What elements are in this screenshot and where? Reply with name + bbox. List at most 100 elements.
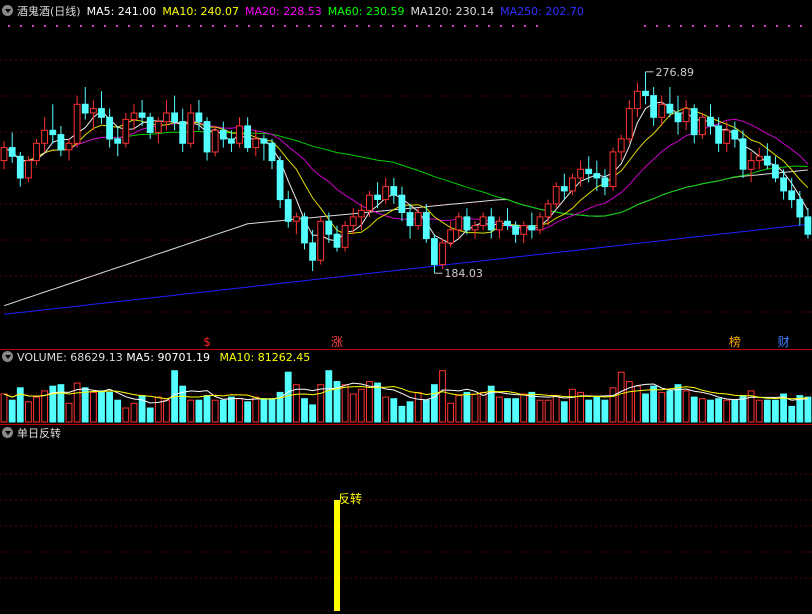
candle xyxy=(707,116,714,127)
candle xyxy=(154,121,162,133)
volume-bar xyxy=(601,399,609,423)
volume-bar xyxy=(374,382,382,423)
legend-ma10: MA10: 240.07 xyxy=(162,5,240,18)
volume-bar xyxy=(284,371,292,423)
dot-marker xyxy=(764,25,766,27)
volume-bar xyxy=(195,399,203,423)
candle xyxy=(731,129,739,140)
candle xyxy=(569,177,576,192)
volume-bar xyxy=(163,399,170,423)
dot-marker xyxy=(740,25,742,27)
volume-bar xyxy=(187,399,195,423)
volume-bar xyxy=(309,404,317,423)
candle xyxy=(16,155,24,179)
volume-bar xyxy=(690,396,698,423)
dot-marker xyxy=(704,25,706,27)
candle xyxy=(625,108,633,140)
volume-bar xyxy=(25,401,32,423)
candle xyxy=(382,186,390,201)
dot-marker xyxy=(536,25,538,27)
dot-marker xyxy=(344,25,346,27)
volume-bar xyxy=(755,399,763,423)
candle xyxy=(788,190,796,201)
candle xyxy=(130,112,138,120)
candle xyxy=(487,216,495,231)
dot-marker xyxy=(140,25,142,27)
candle xyxy=(422,212,430,240)
dot-marker xyxy=(104,25,106,27)
volume-bar xyxy=(398,405,406,423)
volume-bar xyxy=(463,391,471,423)
candle xyxy=(33,142,40,162)
candle xyxy=(41,129,49,144)
volume-bar xyxy=(90,391,97,423)
dot-marker xyxy=(164,25,166,27)
candle xyxy=(634,90,641,110)
candle xyxy=(228,138,235,144)
dot-marker xyxy=(92,25,94,27)
collapse-icon[interactable] xyxy=(2,427,13,438)
ma250-line xyxy=(4,223,808,315)
high-label: 276.89 xyxy=(656,66,695,79)
volume-bar xyxy=(471,393,479,423)
volume-bar xyxy=(609,387,617,423)
volume-bar xyxy=(325,370,333,423)
volume-bar xyxy=(65,402,73,423)
candle xyxy=(715,125,723,144)
dot-marker xyxy=(644,25,646,27)
candle xyxy=(772,164,779,179)
volume-bar xyxy=(33,396,40,423)
candle xyxy=(179,121,187,144)
candle xyxy=(325,220,333,235)
dot-marker xyxy=(20,25,22,27)
candle xyxy=(81,103,89,114)
volume-bar xyxy=(431,384,438,423)
volume-bar xyxy=(674,384,682,423)
candle xyxy=(496,220,503,231)
legend-ma120: MA120: 230.14 xyxy=(410,5,495,18)
candle xyxy=(447,229,455,244)
collapse-icon[interactable] xyxy=(2,5,13,16)
dot-marker xyxy=(176,25,178,27)
stock-chart: 276.89 184.03 $ 涨 榜 财反转 xyxy=(0,25,812,611)
dot-marker xyxy=(368,25,370,27)
candle xyxy=(25,160,32,179)
candle xyxy=(723,129,731,144)
volume-bar xyxy=(804,396,812,423)
volume-bar xyxy=(560,401,568,423)
volume-bar xyxy=(788,405,796,423)
candle xyxy=(560,186,568,192)
dot-marker xyxy=(128,25,130,27)
volume-bar xyxy=(341,384,349,423)
candle xyxy=(682,108,690,123)
candle xyxy=(349,216,357,227)
candle xyxy=(114,138,122,144)
candle xyxy=(650,95,658,118)
legend-ma5: MA5: 241.00 xyxy=(86,5,157,18)
volume-bar xyxy=(731,399,739,423)
candle xyxy=(203,121,211,153)
dot-marker xyxy=(296,25,298,27)
candle xyxy=(585,168,593,175)
dot-marker xyxy=(320,25,322,27)
dot-marker xyxy=(680,25,682,27)
candle xyxy=(609,151,617,187)
collapse-icon[interactable] xyxy=(2,351,13,362)
volume-panel-header: VOLUME: 68629.13 MA5: 90701.19 MA10: 812… xyxy=(0,350,316,366)
candle xyxy=(747,160,755,170)
volume-bar xyxy=(496,396,503,423)
candle xyxy=(699,116,706,136)
candle xyxy=(301,216,308,244)
volume-bar xyxy=(447,402,455,423)
candle xyxy=(90,108,97,114)
volume-bar xyxy=(682,390,690,423)
candle xyxy=(138,112,146,118)
volume-bar xyxy=(301,398,308,423)
dot-marker xyxy=(440,25,442,27)
volume-bar xyxy=(414,391,422,423)
dot-marker xyxy=(56,25,58,27)
price-panel-header: 酒鬼酒(日线) MA5: 241.00 MA10: 240.07 MA20: 228.… xyxy=(0,4,596,20)
candle xyxy=(49,129,57,136)
candle xyxy=(333,233,341,248)
volume-bar xyxy=(154,396,162,423)
